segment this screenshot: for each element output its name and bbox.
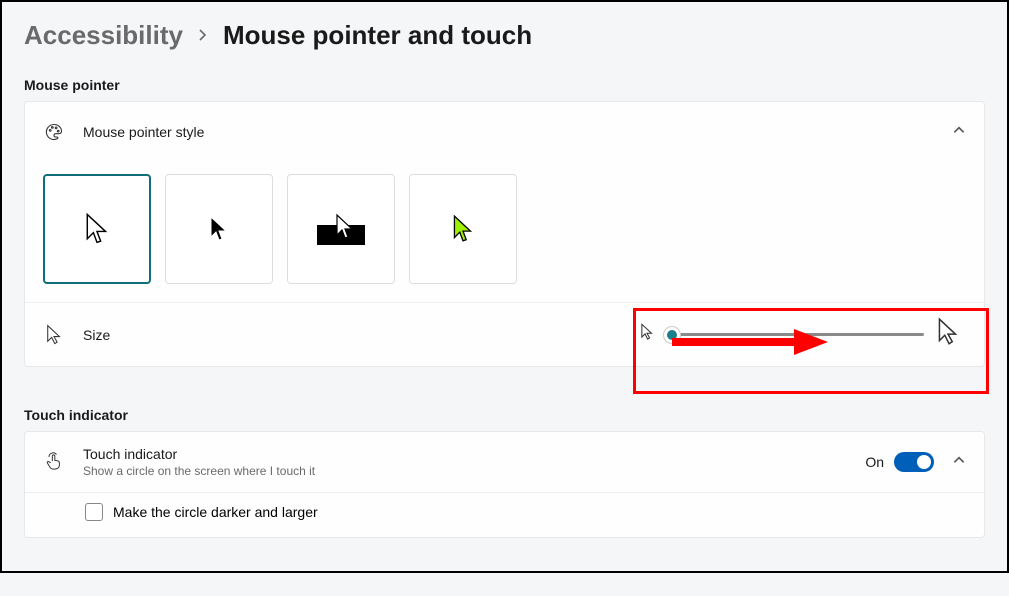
touch-icon: [43, 452, 65, 472]
slider-thumb[interactable]: [664, 327, 680, 343]
pointer-size-label: Size: [83, 327, 110, 343]
palette-icon: [43, 122, 65, 142]
section-heading-touch-indicator: Touch indicator: [24, 407, 985, 423]
page-title: Mouse pointer and touch: [223, 20, 532, 51]
pointer-style-row[interactable]: Mouse pointer style: [25, 102, 984, 162]
pointer-size-row: Size: [25, 302, 984, 366]
breadcrumb-parent[interactable]: Accessibility: [24, 20, 183, 51]
pointer-style-custom[interactable]: [409, 174, 517, 284]
section-heading-mouse-pointer: Mouse pointer: [24, 77, 985, 93]
touch-darker-larger-row[interactable]: Make the circle darker and larger: [25, 492, 984, 537]
pointer-style-options: [25, 162, 984, 302]
touch-darker-larger-label: Make the circle darker and larger: [113, 504, 318, 520]
pointer-size-slider[interactable]: [666, 325, 924, 345]
touch-indicator-row[interactable]: Touch indicator Show a circle on the scr…: [25, 432, 984, 492]
pointer-outline-icon: [43, 324, 65, 346]
pointer-style-inverted[interactable]: [287, 174, 395, 284]
pointer-style-white[interactable]: [43, 174, 151, 284]
touch-indicator-card: Touch indicator Show a circle on the scr…: [24, 431, 985, 538]
touch-indicator-toggle[interactable]: [894, 452, 934, 472]
chevron-up-icon: [952, 123, 966, 142]
pointer-large-icon: [936, 317, 960, 352]
chevron-right-icon: [197, 24, 209, 47]
mouse-pointer-card: Mouse pointer style: [24, 101, 985, 367]
touch-indicator-label: Touch indicator: [83, 446, 315, 462]
pointer-style-black[interactable]: [165, 174, 273, 284]
pointer-size-slider-group: [640, 317, 966, 352]
touch-darker-larger-checkbox[interactable]: [85, 503, 103, 521]
chevron-up-icon[interactable]: [952, 453, 966, 472]
pointer-small-icon: [640, 323, 654, 346]
pointer-style-label: Mouse pointer style: [83, 124, 204, 140]
toggle-state-label: On: [865, 454, 884, 470]
breadcrumb: Accessibility Mouse pointer and touch: [24, 20, 985, 51]
touch-indicator-description: Show a circle on the screen where I touc…: [83, 464, 315, 478]
